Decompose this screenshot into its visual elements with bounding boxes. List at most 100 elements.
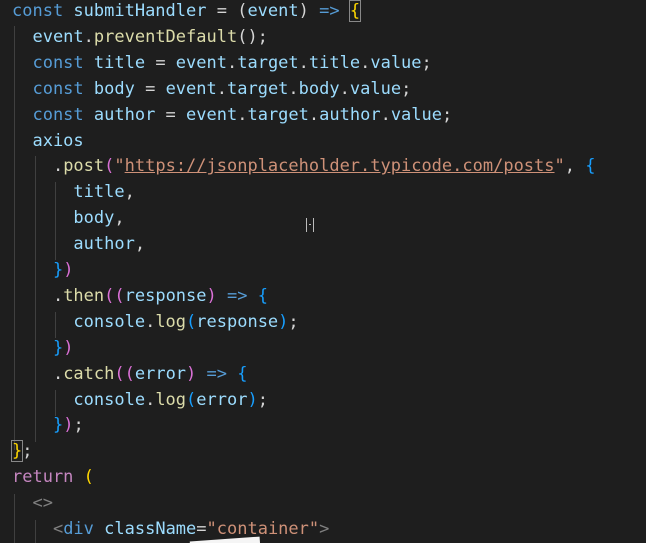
code-line[interactable]: });: [12, 412, 84, 438]
code-line[interactable]: <>: [12, 490, 52, 516]
code-line[interactable]: <div className="container">: [12, 516, 329, 542]
code-line[interactable]: axios: [12, 128, 84, 154]
code-line[interactable]: event.preventDefault();: [12, 24, 267, 50]
code-token: ): [247, 389, 258, 410]
code-token: value: [349, 78, 402, 99]
code-line[interactable]: .then((response) => {: [12, 283, 268, 309]
code-token: .: [216, 78, 227, 99]
code-token: ((: [114, 363, 135, 384]
code-token: title: [12, 182, 125, 203]
code-token: preventDefault: [93, 26, 238, 47]
code-token: div: [63, 519, 94, 539]
code-token: const: [12, 104, 94, 125]
code-token: ): [63, 415, 74, 436]
code-token: axios: [12, 130, 84, 151]
code-token: ;: [442, 104, 453, 125]
code-token: target: [247, 104, 309, 125]
code-token: ): [278, 311, 289, 332]
code-token: ;: [421, 52, 432, 73]
code-line[interactable]: .catch((error) => {: [12, 361, 248, 387]
code-token: {: [585, 156, 596, 177]
code-token: .: [12, 285, 64, 306]
code-token: .: [226, 52, 238, 73]
code-line[interactable]: const title = event.target.title.value;: [12, 50, 432, 76]
code-token: title: [93, 52, 146, 73]
code-token: const: [12, 1, 74, 21]
code-token: console: [12, 311, 146, 332]
code-token: target: [237, 52, 299, 73]
code-token: response: [196, 311, 279, 332]
code-token: ): [298, 1, 320, 21]
code-token: (: [186, 311, 197, 332]
code-token: https://jsonplaceholder.typicode.com/pos…: [124, 156, 555, 177]
code-token: log: [155, 311, 187, 332]
code-token: .: [237, 104, 248, 125]
code-line[interactable]: const author = event.target.author.value…: [12, 102, 452, 128]
code-token: submitHandler: [73, 1, 207, 21]
code-token: =>: [319, 1, 340, 21]
code-token: body: [93, 78, 135, 99]
code-token: ;: [22, 441, 33, 462]
code-line[interactable]: author,: [12, 231, 145, 257]
code-token: }: [12, 415, 64, 436]
code-line[interactable]: return (: [12, 464, 94, 490]
code-line[interactable]: const submitHandler = (event) => {: [12, 0, 362, 24]
code-token: event: [175, 52, 227, 73]
code-token: then: [63, 285, 105, 306]
code-token: }: [10, 440, 24, 463]
code-token: post: [63, 156, 105, 177]
code-token: value: [370, 52, 422, 73]
code-token: body: [12, 208, 115, 229]
text-cursor-icon: [306, 218, 314, 232]
code-line[interactable]: const body = event.target.body.value;: [12, 76, 411, 102]
code-token: console: [12, 389, 146, 410]
code-token: ): [206, 285, 217, 306]
code-token: .: [288, 78, 299, 99]
code-token: body: [298, 78, 340, 99]
code-line[interactable]: title,: [12, 179, 135, 205]
code-token: <: [12, 519, 64, 539]
code-token: event: [247, 1, 299, 21]
code-token: =: [145, 52, 176, 73]
code-token: author: [93, 104, 156, 125]
code-token: }: [12, 337, 64, 358]
code-line[interactable]: console.log(error);: [12, 387, 268, 413]
code-token: .: [298, 52, 309, 73]
code-line[interactable]: };: [10, 438, 33, 464]
code-token: (: [104, 156, 115, 177]
code-token: return: [12, 467, 74, 488]
code-token: =: [155, 104, 187, 125]
code-token: error: [134, 363, 187, 384]
code-line[interactable]: console.log(response);: [12, 309, 298, 335]
code-token: ): [186, 363, 197, 384]
code-token: ": [554, 156, 565, 177]
code-line[interactable]: }): [12, 335, 74, 361]
code-token: {: [237, 363, 248, 384]
code-token: ": [114, 156, 125, 177]
code-token: event: [12, 26, 84, 47]
code-line[interactable]: .post("https://jsonplaceholder.typicode.…: [12, 153, 596, 179]
code-token: .: [12, 156, 64, 177]
code-token: }: [12, 260, 64, 280]
code-token: author: [319, 104, 381, 125]
code-token: ,: [124, 182, 135, 203]
code-token: ,: [564, 156, 586, 177]
code-token: response: [124, 285, 207, 306]
code-line[interactable]: body,: [12, 205, 125, 231]
code-token: {: [257, 285, 268, 306]
code-line[interactable]: }): [12, 257, 74, 283]
code-token: author: [12, 234, 135, 255]
code-token: title: [308, 52, 361, 73]
code-token: .: [308, 104, 320, 125]
code-editor[interactable]: const submitHandler = (event) => { event…: [0, 0, 646, 543]
code-token: (: [83, 467, 94, 488]
code-token: "container": [206, 519, 320, 539]
code-token: ,: [114, 208, 125, 229]
code-token: .: [360, 52, 371, 73]
code-token: const: [12, 52, 94, 73]
code-token: =: [134, 78, 166, 99]
